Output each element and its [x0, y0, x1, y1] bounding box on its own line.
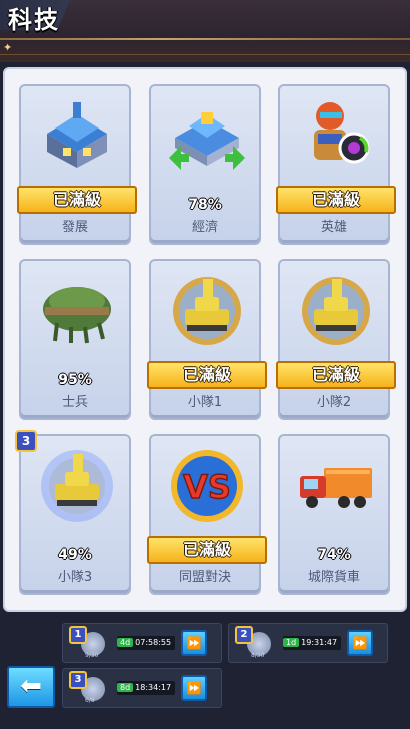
- truck-icon: [300, 468, 372, 508]
- squad-tank-icon: [173, 277, 241, 345]
- research-queue-3[interactable]: 3 6/8 8d 18:34:17 ⏩: [62, 668, 222, 708]
- queue-count: 9/30: [85, 652, 99, 659]
- tech-label: 小隊2: [316, 395, 352, 410]
- maxed-banner: 已滿級: [147, 536, 267, 564]
- maxed-banner: 已滿級: [17, 186, 137, 214]
- queue-badge: 3: [69, 671, 87, 689]
- speedup-button[interactable]: ⏩: [181, 675, 207, 701]
- queue-timer: 8d 18:34:17: [117, 681, 176, 695]
- arrow-left-icon: ⬅: [20, 671, 42, 701]
- tech-label: 城際貨車: [307, 570, 360, 585]
- timer-clock: 07:58:55: [135, 638, 172, 647]
- tech-label: 小隊1: [187, 395, 223, 410]
- squad-tank-icon: [41, 450, 113, 522]
- research-queue-1[interactable]: 1 9/30 4d 07:58:55 ⏩: [62, 623, 222, 663]
- squad-tank-icon: [302, 277, 370, 345]
- tech-card-alliance-duel[interactable]: VS 已滿級 同盟對決: [147, 434, 267, 595]
- tech-label: 同盟對決: [178, 570, 231, 585]
- header-divider-lower: [0, 54, 410, 55]
- tech-progress: 95%: [58, 372, 92, 388]
- timer-days: 8d: [117, 683, 134, 692]
- back-button[interactable]: ⬅: [7, 666, 55, 708]
- tech-progress: 74%: [317, 547, 351, 563]
- header-bar: 科技 ✦: [0, 0, 410, 62]
- level-badge: 3: [15, 430, 37, 452]
- header-divider: [0, 38, 410, 40]
- tech-card-economy[interactable]: 78% 經濟: [149, 84, 261, 245]
- page-title: 科技: [8, 6, 60, 34]
- research-queue-2[interactable]: 2 8/30 1d 19:31:47 ⏩: [228, 623, 388, 663]
- queue-badge: 2: [235, 626, 253, 644]
- timer-days: 1d: [283, 638, 300, 647]
- queue-timer: 1d 19:31:47: [283, 636, 342, 650]
- helmet-icon: [43, 287, 111, 344]
- tech-label: 發展: [61, 220, 88, 235]
- tech-card-intercity-truck[interactable]: 74% 城際貨車: [278, 434, 390, 595]
- maxed-banner: 已滿級: [147, 361, 267, 389]
- timer-days: 4d: [117, 638, 134, 647]
- tech-panel: 已滿級 發展 78% 經濟 已滿級 英雄 95% 士兵 已滿級 小隊1 已滿級 …: [3, 67, 407, 612]
- queue-badge: 1: [69, 626, 87, 644]
- tech-label: 經濟: [191, 220, 218, 235]
- tech-label: 士兵: [61, 395, 88, 410]
- svg-text:VS: VS: [183, 468, 231, 506]
- tech-progress: 78%: [188, 197, 222, 213]
- economy-building-icon: [169, 112, 245, 170]
- hero-icon: [314, 102, 370, 164]
- tech-label: 小隊3: [57, 570, 93, 585]
- maxed-banner: 已滿級: [276, 186, 396, 214]
- building-icon: [47, 102, 107, 168]
- speedup-button[interactable]: ⏩: [347, 630, 373, 656]
- queue-count: 8/30: [251, 652, 265, 659]
- timer-clock: 18:34:17: [135, 683, 172, 692]
- fast-forward-icon: ⏩: [352, 636, 368, 650]
- queue-count: 6/8: [85, 697, 95, 704]
- tech-label: 英雄: [320, 220, 347, 235]
- queue-timer: 4d 07:58:55: [117, 636, 176, 650]
- tech-card-soldier[interactable]: 95% 士兵: [19, 259, 131, 420]
- versus-icon: VS: [171, 450, 243, 522]
- tech-card-squad2[interactable]: 已滿級 小隊2: [276, 259, 396, 420]
- tech-card-squad1[interactable]: 已滿級 小隊1: [147, 259, 267, 420]
- timer-clock: 19:31:47: [301, 638, 338, 647]
- tech-card-squad3[interactable]: 3 49% 小隊3: [15, 430, 131, 595]
- sparkle-icon: ✦: [3, 41, 13, 54]
- speedup-button[interactable]: ⏩: [181, 630, 207, 656]
- tech-card-development[interactable]: 已滿級 發展: [17, 84, 137, 245]
- tech-progress: 49%: [58, 547, 92, 563]
- fast-forward-icon: ⏩: [186, 681, 202, 695]
- maxed-banner: 已滿級: [276, 361, 396, 389]
- fast-forward-icon: ⏩: [186, 636, 202, 650]
- tech-card-hero[interactable]: 已滿級 英雄: [276, 84, 396, 245]
